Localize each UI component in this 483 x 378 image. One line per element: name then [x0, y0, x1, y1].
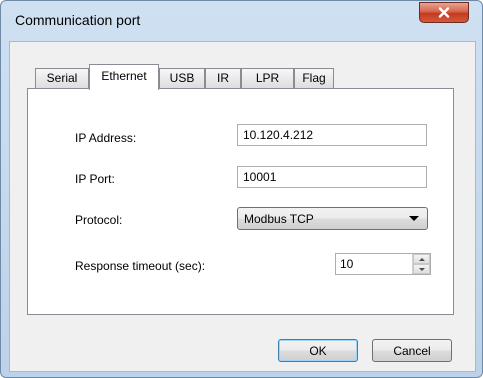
- response-timeout-value: 10: [340, 257, 354, 271]
- spin-down-icon: [419, 268, 425, 271]
- tab-lpr[interactable]: LPR: [241, 68, 294, 89]
- close-button[interactable]: [419, 2, 469, 23]
- spin-down-button[interactable]: [413, 264, 430, 274]
- close-icon: [438, 7, 450, 18]
- protocol-value: Modbus TCP: [244, 212, 314, 226]
- ip-address-field[interactable]: [237, 124, 427, 146]
- ip-address-label: IP Address:: [75, 131, 137, 145]
- tab-ir[interactable]: IR: [205, 68, 241, 89]
- dialog-title: Communication port: [15, 12, 141, 28]
- spin-up-icon: [419, 258, 425, 261]
- tab-serial[interactable]: Serial: [35, 68, 89, 89]
- tab-usb[interactable]: USB: [159, 68, 205, 89]
- ok-button[interactable]: OK: [278, 339, 358, 362]
- cancel-button[interactable]: Cancel: [372, 339, 452, 362]
- tab-flag[interactable]: Flag: [294, 68, 334, 89]
- spin-up-button[interactable]: [413, 254, 430, 264]
- title-bar[interactable]: Communication port: [1, 1, 482, 41]
- protocol-label: Protocol:: [75, 213, 123, 227]
- tab-ethernet[interactable]: Ethernet: [89, 64, 159, 90]
- ip-port-field[interactable]: [237, 166, 427, 188]
- ethernet-panel: IP Address: IP Port: Protocol: Modbus TC…: [27, 88, 454, 315]
- response-timeout-label: Response timeout (sec):: [75, 259, 206, 273]
- spinner-buttons: [412, 254, 430, 274]
- protocol-select[interactable]: Modbus TCP: [237, 207, 428, 230]
- ip-port-label: IP Port:: [75, 172, 115, 186]
- response-timeout-spinner[interactable]: 10: [335, 253, 431, 275]
- chevron-down-icon: [409, 216, 419, 221]
